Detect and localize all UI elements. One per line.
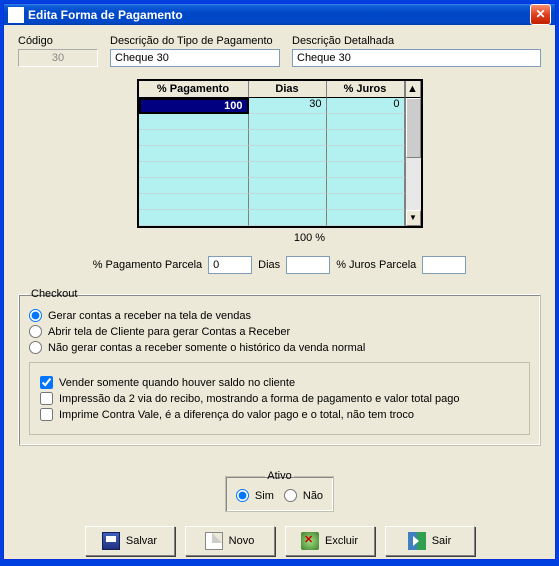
- ativo-radio-sim[interactable]: [236, 489, 249, 502]
- checkout-opt-abrir[interactable]: Abrir tela de Cliente para gerar Contas …: [29, 325, 530, 338]
- checkout-legend: Checkout: [29, 288, 79, 300]
- new-icon: [205, 532, 223, 550]
- grid-cell-pct[interactable]: 100: [139, 98, 249, 114]
- grid-row[interactable]: [139, 130, 405, 146]
- juros-parcela-input[interactable]: [422, 256, 466, 274]
- grid-row[interactable]: [139, 178, 405, 194]
- scrollbar-thumb[interactable]: [406, 98, 421, 158]
- checkout-radio-abrir[interactable]: [29, 325, 42, 338]
- descricao-label: Descrição do Tipo de Pagamento: [110, 35, 280, 47]
- excluir-button[interactable]: Excluir: [285, 526, 375, 556]
- ativo-radio-nao[interactable]: [284, 489, 297, 502]
- grid-scrollbar[interactable]: ▼: [405, 98, 421, 226]
- close-button[interactable]: ✕: [530, 4, 551, 25]
- scroll-down-button[interactable]: ▼: [406, 210, 421, 226]
- exit-icon: [408, 532, 426, 550]
- checkout-opt-gerar[interactable]: Gerar contas a receber na tela de vendas: [29, 309, 530, 322]
- checkout-radio-nao-gerar[interactable]: [29, 341, 42, 354]
- grid-row[interactable]: 100 30 0: [139, 98, 405, 114]
- ativo-sim[interactable]: Sim: [236, 489, 274, 502]
- chk-vender-saldo[interactable]: Vender somente quando houver saldo no cl…: [40, 376, 519, 389]
- ativo-nao[interactable]: Não: [284, 489, 323, 502]
- grid-cell-juros[interactable]: 0: [327, 98, 405, 114]
- juros-parcela-label: % Juros Parcela: [336, 259, 416, 271]
- save-icon: [102, 532, 120, 550]
- descricao-input[interactable]: [110, 49, 280, 67]
- sair-button[interactable]: Sair: [385, 526, 475, 556]
- dias-parcela-input[interactable]: [286, 256, 330, 274]
- pct-parcela-input[interactable]: [208, 256, 252, 274]
- dias-parcela-label: Dias: [258, 259, 280, 271]
- checkout-inner-fieldset: Vender somente quando houver saldo no cl…: [29, 362, 530, 435]
- app-icon: [8, 7, 24, 23]
- content-area: Código Descrição do Tipo de Pagamento De…: [4, 25, 555, 566]
- checkout-radio-gerar[interactable]: [29, 309, 42, 322]
- chk-contra-vale[interactable]: Imprime Contra Vale, é a diferença do va…: [40, 408, 519, 421]
- checkbox-impressao-2via[interactable]: [40, 392, 53, 405]
- grid-row[interactable]: [139, 114, 405, 130]
- pct-parcela-label: % Pagamento Parcela: [93, 259, 202, 271]
- checkout-opt-nao-gerar[interactable]: Não gerar contas a receber somente o his…: [29, 341, 530, 354]
- grid-row[interactable]: [139, 162, 405, 178]
- grid-row[interactable]: [139, 146, 405, 162]
- codigo-label: Código: [18, 35, 98, 47]
- grid-header-pagamento[interactable]: % Pagamento: [139, 81, 249, 98]
- grid-row[interactable]: [139, 210, 405, 226]
- novo-button[interactable]: Novo: [185, 526, 275, 556]
- grid-cell-dias[interactable]: 30: [249, 98, 327, 114]
- titlebar[interactable]: Edita Forma de Pagamento ✕: [4, 4, 555, 25]
- grid-total-label: 100 %: [197, 232, 423, 244]
- grid-header-juros[interactable]: % Juros: [327, 81, 405, 98]
- scroll-up-button[interactable]: ▲: [405, 81, 421, 98]
- grid[interactable]: % Pagamento Dias % Juros ▲ 100 30 0: [137, 79, 423, 244]
- ativo-legend: Ativo: [265, 470, 293, 482]
- grid-row[interactable]: [139, 194, 405, 210]
- chk-impressao-2via[interactable]: Impressão da 2 via do recibo, mostrando …: [40, 392, 519, 405]
- checkout-fieldset: Checkout Gerar contas a receber na tela …: [18, 288, 541, 446]
- ativo-fieldset: Ativo Sim Não: [225, 470, 334, 512]
- codigo-input: [18, 49, 98, 67]
- delete-icon: [301, 532, 319, 550]
- salvar-button[interactable]: Salvar: [85, 526, 175, 556]
- grid-header-dias[interactable]: Dias: [249, 81, 327, 98]
- dialog-edita-forma-pagamento: Edita Forma de Pagamento ✕ Código Descri…: [3, 3, 556, 560]
- detalhada-label: Descrição Detalhada: [292, 35, 541, 47]
- checkbox-vender-saldo[interactable]: [40, 376, 53, 389]
- detalhada-input[interactable]: [292, 49, 541, 67]
- window-title: Edita Forma de Pagamento: [28, 8, 530, 22]
- checkbox-contra-vale[interactable]: [40, 408, 53, 421]
